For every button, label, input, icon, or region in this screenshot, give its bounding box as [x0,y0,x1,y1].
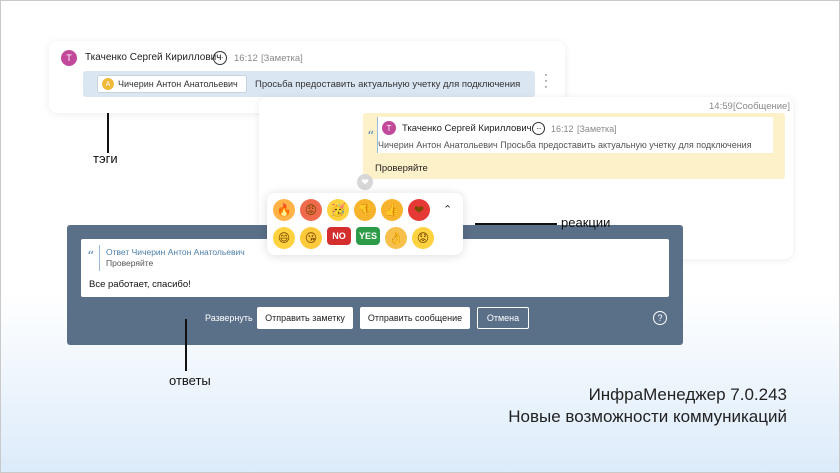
quote-text: Просьба предоставить актуальную учетку д… [500,140,752,150]
quote-icon: “ [367,129,375,145]
message-bubble: “ Т Ткаченко Сергей Кириллович ··· 16:12… [363,113,785,179]
tag-chip[interactable]: А Чичерин Антон Анатольевич [97,75,247,93]
replies-callout: ответы [169,373,211,388]
tags-callout-line [107,113,109,153]
quote-avatar: Т [382,121,396,135]
tag-name: Чичерин Антон Анатольевич [118,79,238,89]
product-tagline: Новые возможности коммуникаций [508,407,787,426]
note-time: 16:12 [234,53,258,64]
reaction-row-1: 🔥 😡 🥳 👎 👍 ❤ [273,199,430,221]
reaction-thumbs-down-icon[interactable]: 👎 [354,199,376,221]
reaction-angry-icon[interactable]: 😡 [300,199,322,221]
reply-quote-text: Проверяйте [106,258,154,268]
quote-author: Ткаченко Сергей Кириллович [402,123,532,134]
reaction-picker: 🔥 😡 🥳 👎 👍 ❤ 😄 😘 NO YES 👌 😟 ⌃ [267,193,463,255]
tag-row: А Чичерин Антон Анатольевич Просьба пред… [83,71,535,97]
note-text: Просьба предоставить актуальную учетку д… [255,79,521,90]
reaction-thumbs-up-icon[interactable]: 👍 [381,199,403,221]
send-note-button[interactable]: Отправить заметку [257,307,353,329]
reaction-heart-icon[interactable]: ❤ [408,199,430,221]
reaction-worried-icon[interactable]: 😟 [412,227,434,249]
vertical-dots-icon[interactable]: · · · [543,68,549,92]
reaction-fire-icon[interactable]: 🔥 [273,199,295,221]
collapse-chevron-up-icon[interactable]: ⌃ [443,203,452,216]
reply-body: Все работает, спасибо! [89,279,191,290]
message-text: Проверяйте [375,163,428,174]
help-icon[interactable]: ? [653,311,667,325]
replies-callout-line [185,319,187,371]
reactions-callout-line [475,223,557,225]
expand-link[interactable]: Развернуть [205,313,253,323]
cancel-button[interactable]: Отмена [477,307,529,329]
reaction-party-icon[interactable]: 🥳 [327,199,349,221]
author-avatar: Т [61,50,77,66]
reaction-grin-icon[interactable]: 😄 [273,227,295,249]
note-kind: [Заметка] [261,53,303,64]
quote-time: 16:12 [551,124,574,134]
reaction-no-icon[interactable]: NO [327,227,351,245]
quote-tag-name: Чичерин Антон Анатольевич [378,140,498,150]
tag-avatar: А [102,78,114,90]
reply-quote: Ответ Чичерин Антон Анатольевич Проверяй… [99,245,265,271]
reply-quote-title: Ответ Чичерин Антон Анатольевич [106,247,245,257]
quoted-note[interactable]: Т Ткаченко Сергей Кириллович ··· 16:12 [… [377,117,773,153]
note-author: Ткаченко Сергей Кириллович [85,52,222,63]
more-options-icon[interactable]: ··· [213,51,227,65]
tags-callout: тэги [93,151,118,166]
reaction-trigger-heart-icon[interactable]: ❤ [357,174,373,190]
quote-kind: [Заметка] [577,124,617,134]
reactions-callout: реакции [561,215,611,230]
reply-quote-icon: “ [87,249,95,265]
reaction-kiss-icon[interactable]: 😘 [300,227,322,249]
send-message-button[interactable]: Отправить сообщение [360,307,470,329]
message-time: 14:59 [709,101,733,112]
reaction-yes-icon[interactable]: YES [356,227,380,245]
reaction-ok-hand-icon[interactable]: 👌 [385,227,407,249]
reaction-row-2: 😄 😘 NO YES 👌 😟 [273,227,434,249]
message-kind: [Сообщение] [733,101,790,112]
quote-more-icon[interactable]: ··· [532,122,545,135]
quote-tag-line: Чичерин Антон Анатольевич Просьба предос… [378,140,752,150]
product-version: ИнфраМенеджер 7.0.243 [588,385,787,404]
